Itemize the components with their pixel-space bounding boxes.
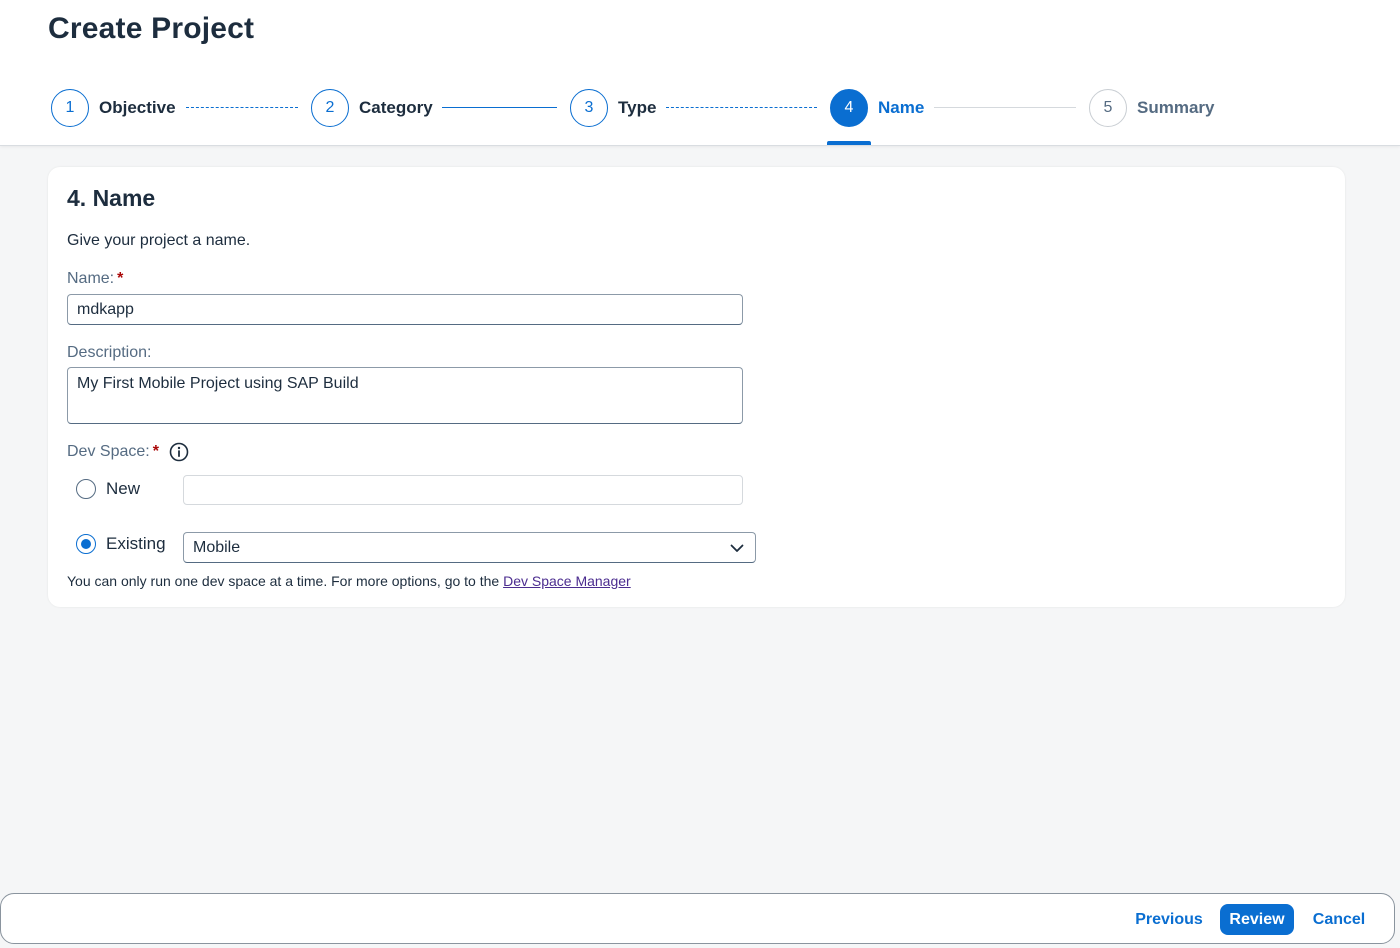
footer-toolbar: Previous Review Cancel (0, 893, 1395, 944)
selected-dev-space: Mobile (193, 538, 241, 556)
dev-space-label-text: Dev Space: (67, 443, 150, 460)
name-form-card: 4. Name Give your project a name. Name: … (48, 167, 1345, 607)
step-number: 5 (1089, 89, 1127, 127)
radio-new-label: New (106, 479, 141, 498)
step-label: Summary (1137, 98, 1215, 117)
step-number: 1 (51, 89, 89, 127)
active-step-indicator (827, 141, 871, 145)
step-connector (666, 107, 817, 108)
description-textarea[interactable]: My First Mobile Project using SAP Build (67, 367, 743, 424)
radio-new[interactable] (76, 479, 96, 499)
page-header: Create Project 1 Objective 2 Category 3 … (0, 0, 1400, 146)
name-label: Name: * (67, 270, 123, 288)
step-label: Objective (99, 98, 176, 117)
step-label: Category (359, 98, 433, 117)
step-connector (186, 107, 298, 108)
description-label-text: Description: (67, 344, 152, 361)
existing-dev-space-select[interactable]: Mobile (183, 532, 756, 563)
page-title: Create Project (48, 12, 255, 45)
name-input[interactable] (67, 294, 743, 325)
dev-space-label: Dev Space: * (67, 442, 189, 462)
previous-button[interactable]: Previous (1129, 904, 1209, 935)
radio-existing-label: Existing (106, 534, 166, 553)
review-button[interactable]: Review (1220, 904, 1294, 935)
step-label: Type (618, 98, 657, 117)
dev-space-hint: You can only run one dev space at a time… (67, 573, 631, 589)
description-label: Description: (67, 344, 151, 362)
step-number: 2 (311, 89, 349, 127)
section-intro: Give your project a name. (67, 232, 251, 249)
wizard-step-name[interactable]: 4 Name (830, 88, 924, 128)
dev-space-existing-option[interactable]: Existing (76, 534, 166, 554)
radio-existing[interactable] (76, 534, 96, 554)
cancel-button[interactable]: Cancel (1305, 904, 1373, 935)
dev-space-manager-link[interactable]: Dev Space Manager (503, 573, 631, 589)
wizard-step-objective[interactable]: 1 Objective (51, 88, 176, 128)
wizard-step-summary[interactable]: 5 Summary (1089, 88, 1214, 128)
section-heading: 4. Name (67, 185, 156, 211)
step-number: 4 (830, 89, 868, 127)
chevron-down-icon (729, 540, 745, 556)
info-icon[interactable] (169, 442, 189, 462)
step-connector (934, 107, 1076, 108)
required-marker: * (152, 443, 159, 460)
wizard-step-type[interactable]: 3 Type (570, 88, 656, 128)
step-label: Name (878, 98, 925, 117)
wizard-step-category[interactable]: 2 Category (311, 88, 433, 128)
step-connector (442, 107, 557, 108)
required-marker: * (117, 270, 124, 287)
dev-space-new-option[interactable]: New (76, 479, 140, 499)
step-number: 3 (570, 89, 608, 127)
name-label-text: Name: (67, 270, 115, 287)
new-dev-space-input[interactable] (183, 475, 743, 505)
hint-text: You can only run one dev space at a time… (67, 573, 504, 589)
